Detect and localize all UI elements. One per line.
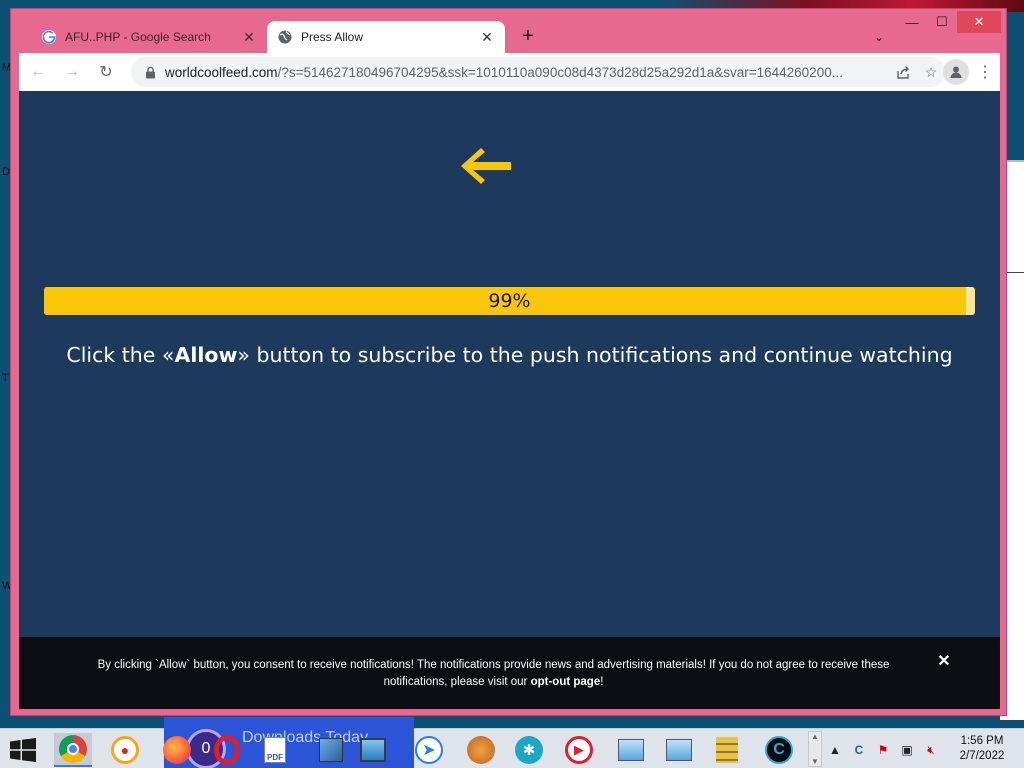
chrome-taskbar-icon[interactable] bbox=[54, 733, 92, 767]
chevron-up-icon[interactable]: ▲ bbox=[826, 741, 844, 759]
network-icon[interactable]: ▣ bbox=[898, 741, 916, 759]
opera-taskbar-icon[interactable] bbox=[208, 733, 246, 767]
star-icon[interactable]: ☆ bbox=[917, 58, 945, 86]
headline: Click the «Allow» button to subscribe to… bbox=[19, 343, 1000, 367]
new-tab-button[interactable]: + bbox=[517, 25, 539, 47]
accessibility-taskbar-icon[interactable]: ✱ bbox=[510, 733, 548, 767]
minimize-button[interactable]: — bbox=[897, 11, 927, 33]
windows-start-icon[interactable] bbox=[8, 737, 38, 763]
tab-title: AFU..PHP - Google Search bbox=[65, 30, 211, 44]
close-window-button[interactable]: ✕ bbox=[957, 11, 1001, 33]
security-app-icon[interactable]: ● bbox=[106, 733, 144, 767]
ccleaner-taskbar-icon[interactable]: C bbox=[760, 733, 798, 767]
menu-icon[interactable]: ⋮ bbox=[975, 59, 995, 85]
image-viewer-taskbar-icon[interactable] bbox=[354, 733, 392, 767]
address-bar[interactable]: worldcoolfeed.com/?s=514627180496704295&… bbox=[131, 57, 945, 87]
consent-banner: By clicking `Allow` button, you consent … bbox=[19, 637, 1000, 709]
network-taskbar-icon[interactable] bbox=[660, 733, 698, 767]
chevron-down-icon[interactable]: ⌄ bbox=[869, 27, 889, 47]
clock-date: 2/7/2022 bbox=[959, 750, 1005, 762]
title-bar: AFU..PHP - Google Search ✕ Press Allow ✕… bbox=[11, 9, 1006, 53]
tab-press-allow[interactable]: Press Allow ✕ bbox=[267, 21, 505, 53]
url-path: /?s=514627180496704295&ssk=1010110a090c0… bbox=[277, 64, 843, 80]
clock[interactable]: 1:56 PM 2/7/2022 bbox=[952, 734, 1012, 764]
taskbar: ● 0 Downloads Today PDF ➤ ✱ ▶ C ▲ ▼ ▲ C … bbox=[0, 717, 1024, 768]
reload-button[interactable]: ↻ bbox=[91, 57, 121, 87]
opt-out-link[interactable]: opt-out page bbox=[531, 676, 601, 688]
installer-taskbar-icon[interactable] bbox=[312, 733, 350, 767]
headline-pre: Click the « bbox=[66, 343, 175, 367]
tab-title: Press Allow bbox=[301, 30, 364, 44]
flag-icon[interactable]: ⚑ bbox=[874, 741, 892, 759]
url-text[interactable]: worldcoolfeed.com/?s=514627180496704295&… bbox=[165, 65, 889, 80]
computer-taskbar-icon[interactable] bbox=[612, 733, 650, 767]
desktop-icon-label: T bbox=[2, 372, 9, 384]
globe-icon bbox=[277, 29, 293, 45]
forward-button[interactable]: → bbox=[57, 57, 87, 87]
bug-app-taskbar-icon[interactable] bbox=[462, 733, 500, 767]
clock-time: 1:56 PM bbox=[960, 735, 1004, 747]
arrow-app-taskbar-icon[interactable]: ➤ bbox=[410, 733, 448, 767]
maximize-button[interactable]: ☐ bbox=[927, 11, 957, 33]
url-host: worldcoolfeed.com bbox=[165, 64, 278, 80]
consent-end: ! bbox=[600, 676, 604, 688]
lock-icon[interactable] bbox=[143, 65, 157, 79]
headline-allow: Allow bbox=[174, 343, 238, 367]
tab-google-search[interactable]: AFU..PHP - Google Search ✕ bbox=[31, 21, 267, 53]
arrow-left-icon bbox=[461, 148, 511, 184]
system-tray: ▲ C ⚑ ▣ 🔇︎ bbox=[826, 737, 940, 763]
headline-post: » button to subscribe to the push notifi… bbox=[237, 343, 953, 367]
browser-toolbar: ← → ↻ worldcoolfeed.com/?s=5146271804967… bbox=[19, 53, 1000, 91]
close-icon[interactable]: ✕ bbox=[241, 29, 257, 45]
desktop-icon-label: D bbox=[2, 166, 10, 178]
media-app-taskbar-icon[interactable]: ▶ bbox=[560, 733, 598, 767]
web-page: 99% Click the «Allow» button to subscrib… bbox=[19, 91, 1000, 709]
pdf-taskbar-icon[interactable]: PDF bbox=[256, 733, 294, 767]
archive-taskbar-icon[interactable] bbox=[708, 733, 746, 767]
progress-bar: 99% bbox=[44, 287, 975, 315]
close-icon[interactable]: ✕ bbox=[936, 653, 952, 670]
consent-text: By clicking `Allow` button, you consent … bbox=[97, 659, 890, 688]
progress-label: 99% bbox=[488, 290, 531, 312]
volume-muted-icon[interactable]: 🔇︎ bbox=[922, 741, 940, 759]
browser-window: AFU..PHP - Google Search ✕ Press Allow ✕… bbox=[10, 8, 1007, 716]
firefox-taskbar-icon[interactable] bbox=[158, 733, 196, 767]
profile-avatar[interactable] bbox=[943, 59, 969, 85]
ccleaner-tray-icon[interactable]: C bbox=[850, 741, 868, 759]
back-button[interactable]: ← bbox=[23, 57, 53, 87]
share-icon[interactable] bbox=[889, 58, 917, 86]
close-icon[interactable]: ✕ bbox=[479, 29, 495, 45]
google-icon bbox=[41, 29, 57, 45]
taskbar-scroll-control[interactable]: ▲ ▼ bbox=[808, 731, 822, 767]
